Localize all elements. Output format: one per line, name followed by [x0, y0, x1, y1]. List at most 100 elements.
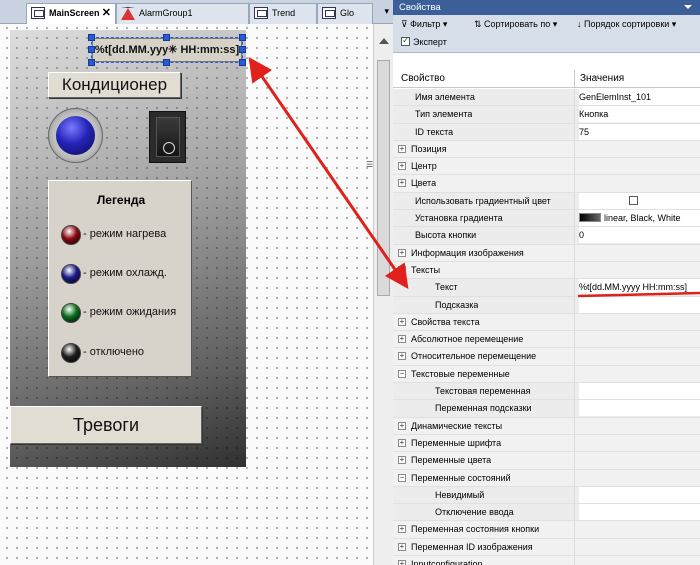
property-value-field[interactable]: linear, Black, White: [579, 210, 700, 227]
column-header-property[interactable]: Свойство: [401, 73, 445, 84]
expand-icon[interactable]: +: [398, 179, 406, 188]
property-category-row[interactable]: + Абсолютное перемещение: [393, 331, 700, 349]
tab-mainscreen[interactable]: MainScreen ✕: [26, 3, 116, 24]
tab-trend[interactable]: Trend: [249, 3, 317, 24]
expand-icon[interactable]: +: [398, 335, 406, 344]
collapse-icon[interactable]: −: [398, 473, 406, 482]
property-label: Переменная ID изображения: [411, 541, 533, 552]
lamp-icon: [61, 264, 81, 284]
collapse-icon[interactable]: −: [398, 369, 406, 378]
screen-icon: [31, 7, 45, 19]
property-category-row[interactable]: − Тексты: [393, 261, 700, 280]
checkbox[interactable]: [401, 35, 410, 46]
expand-icon[interactable]: +: [398, 144, 406, 153]
lamp-glass: [56, 116, 95, 155]
visualization-editor[interactable]: MainScreen ✕ AlarmGroup1 Trend Glo ▾ %t[…: [0, 0, 393, 565]
resize-handle[interactable]: [239, 34, 246, 41]
tab-label: AlarmGroup1: [139, 8, 193, 18]
property-row[interactable]: Текст %t[dd.MM.yyyy HH:mm:ss]: [393, 279, 700, 297]
scroll-thumb[interactable]: [377, 60, 390, 296]
tab-alarmgroup1[interactable]: AlarmGroup1: [116, 3, 249, 24]
property-row[interactable]: Высота кнопки 0: [393, 227, 700, 245]
alarms-button[interactable]: Тревоги: [10, 406, 202, 444]
column-divider: [574, 123, 575, 141]
collapse-icon[interactable]: −: [398, 265, 406, 274]
property-category-row[interactable]: + Относительное перемещение: [393, 348, 700, 366]
property-row[interactable]: Подсказка: [393, 296, 700, 314]
filter-button[interactable]: ⊽ Фильтр ▾: [401, 19, 447, 30]
tab-global[interactable]: Glo: [317, 3, 373, 24]
property-row[interactable]: Отключение ввода: [393, 504, 700, 522]
expand-icon[interactable]: +: [398, 352, 406, 361]
property-value-field[interactable]: [579, 486, 700, 503]
column-header-value[interactable]: Значения: [580, 73, 624, 84]
property-value-field[interactable]: GenElemInst_101: [579, 89, 700, 105]
property-label: Динамические тексты: [411, 420, 503, 431]
property-value-field[interactable]: [579, 504, 700, 521]
property-value-field[interactable]: Кнопка: [579, 106, 700, 123]
property-category-row[interactable]: + Переменная ID изображения: [393, 538, 700, 557]
property-row[interactable]: Текстовая переменная: [393, 383, 700, 401]
property-value-field[interactable]: 75: [579, 123, 700, 140]
dropdown-icon[interactable]: [684, 5, 692, 9]
status-lamp[interactable]: [48, 108, 103, 163]
column-divider: [574, 140, 575, 158]
resize-handle[interactable]: [163, 34, 170, 41]
resize-handle[interactable]: [239, 46, 246, 53]
property-row[interactable]: Установка градиента linear, Black, White: [393, 210, 700, 228]
expand-icon[interactable]: +: [398, 421, 406, 430]
aircon-button[interactable]: Кондиционер: [48, 72, 181, 98]
resize-handle[interactable]: [88, 46, 95, 53]
property-category-row[interactable]: + Позиция: [393, 140, 700, 159]
property-category-row[interactable]: + Центр: [393, 158, 700, 176]
editor-vertical-scrollbar[interactable]: [373, 24, 393, 565]
property-value-field[interactable]: [579, 400, 700, 417]
expand-icon[interactable]: +: [398, 525, 406, 534]
expand-icon[interactable]: +: [398, 438, 406, 447]
property-category-row[interactable]: + Переменные шрифта: [393, 434, 700, 453]
sort-order-button[interactable]: ↓ Порядок сортировки ▾: [577, 19, 676, 30]
property-label: Относительное перемещение: [411, 351, 537, 362]
property-category-row[interactable]: − Переменные состояний: [393, 469, 700, 487]
property-row[interactable]: Тип элемента Кнопка: [393, 106, 700, 124]
expand-icon[interactable]: +: [398, 560, 406, 565]
resize-handle[interactable]: [88, 59, 95, 66]
resize-handle[interactable]: [88, 34, 95, 41]
resize-handle[interactable]: [163, 59, 170, 66]
property-row[interactable]: Имя элемента GenElemInst_101: [393, 89, 700, 107]
property-value-field[interactable]: [579, 192, 700, 209]
panel-title-bar: Свойства: [393, 0, 700, 15]
property-row[interactable]: Переменная подсказки: [393, 400, 700, 418]
expand-icon[interactable]: +: [398, 162, 406, 171]
property-row[interactable]: Невидимый: [393, 486, 700, 505]
property-category-row[interactable]: + Переменная состояния кнопки: [393, 521, 700, 539]
property-category-row[interactable]: + Переменные цвета: [393, 452, 700, 470]
sort-by-button[interactable]: ⇅ Сортировать по ▾: [474, 19, 557, 30]
resize-handle[interactable]: [239, 59, 246, 66]
expert-checkbox[interactable]: Эксперт: [401, 35, 447, 47]
expand-icon[interactable]: +: [398, 317, 406, 326]
power-switch[interactable]: [149, 111, 186, 163]
property-category-row[interactable]: + Свойства текста: [393, 313, 700, 332]
property-category-row[interactable]: − Текстовые переменные: [393, 365, 700, 384]
property-value-field[interactable]: %t[dd.MM.yyyy HH:mm:ss]: [579, 279, 700, 296]
column-divider: [574, 469, 575, 487]
property-value-field[interactable]: [579, 296, 700, 313]
tab-overflow-button[interactable]: ▾: [384, 6, 389, 17]
checkbox[interactable]: [629, 195, 638, 205]
expand-icon[interactable]: +: [398, 456, 406, 465]
expand-icon[interactable]: +: [398, 542, 406, 551]
column-divider[interactable]: [574, 70, 575, 88]
legend-panel[interactable]: Легенда - режим нагрева - режим охлажд. …: [48, 180, 192, 377]
property-category-row[interactable]: + Inputconfiguration: [393, 556, 700, 565]
property-category-row[interactable]: + Динамические тексты: [393, 417, 700, 435]
property-row[interactable]: ID текста 75: [393, 123, 700, 141]
property-value-field[interactable]: 0: [579, 227, 700, 244]
property-value-field[interactable]: [579, 383, 700, 400]
property-row[interactable]: Использовать градиентный цвет: [393, 192, 700, 211]
property-category-row[interactable]: + Информация изображения: [393, 244, 700, 262]
expand-icon[interactable]: +: [398, 248, 406, 257]
property-category-row[interactable]: + Цвета: [393, 175, 700, 193]
close-icon[interactable]: ✕: [102, 4, 111, 23]
scroll-up-icon[interactable]: [379, 38, 389, 44]
